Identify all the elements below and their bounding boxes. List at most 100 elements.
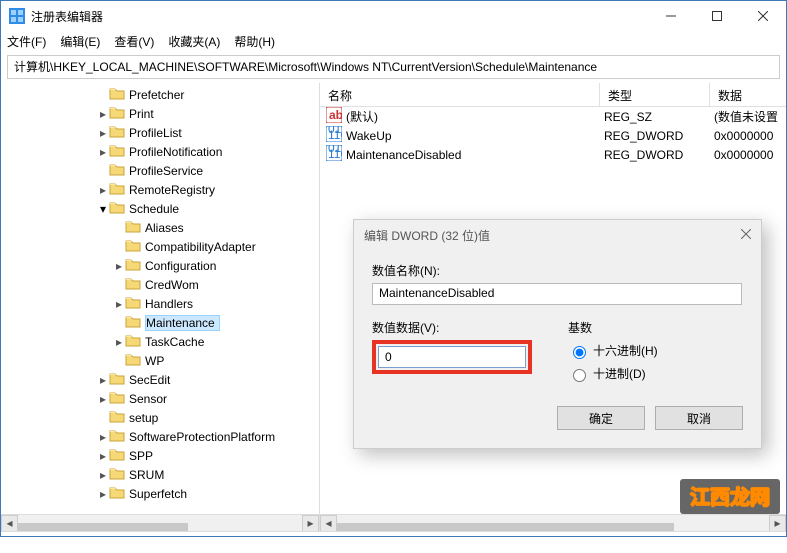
folder-icon <box>125 333 145 350</box>
col-name[interactable]: 名称 <box>320 83 600 106</box>
folder-icon <box>109 162 129 179</box>
tree-hscroll[interactable]: ◂ ▸ <box>1 514 319 531</box>
col-type[interactable]: 类型 <box>600 83 710 106</box>
chevron-right-icon[interactable]: ▸ <box>113 259 125 273</box>
scroll-left-icon[interactable]: ◂ <box>1 515 18 532</box>
tree-item-label: RemoteRegistry <box>129 183 215 197</box>
folder-icon <box>109 105 129 122</box>
chevron-right-icon[interactable]: ▸ <box>113 297 125 311</box>
folder-icon <box>125 295 145 312</box>
tree-item[interactable]: ▸SPP <box>1 446 319 465</box>
tree-item[interactable]: setup <box>1 408 319 427</box>
chevron-right-icon[interactable]: ▸ <box>97 107 109 121</box>
tree-item[interactable]: ▸Superfetch <box>1 484 319 503</box>
chevron-right-icon[interactable]: ▸ <box>97 183 109 197</box>
chevron-right-icon[interactable]: ▸ <box>97 392 109 406</box>
value-data: 0x0000000 <box>710 148 773 162</box>
folder-icon <box>109 466 129 483</box>
dialog-close-icon[interactable] <box>741 228 751 242</box>
tree-item-label: Maintenance <box>145 315 220 331</box>
col-data[interactable]: 数据 <box>710 83 786 106</box>
svg-text:ab: ab <box>329 108 342 122</box>
tree-item-label: CredWom <box>145 278 199 292</box>
value-name-field: MaintenanceDisabled <box>372 283 742 305</box>
tree-item[interactable]: ▸ RemoteRegistry <box>1 180 319 199</box>
value-name-label: 数值名称(N): <box>372 262 743 279</box>
list-header: 名称 类型 数据 <box>320 83 786 107</box>
list-row[interactable]: ab(默认)REG_SZ(数值未设置 <box>320 107 786 126</box>
tree-item[interactable]: ▸SRUM <box>1 465 319 484</box>
tree-item[interactable]: ▸Handlers <box>1 294 319 313</box>
tree-item-label: SoftwareProtectionPlatform <box>129 430 275 444</box>
value-name: MaintenanceDisabled <box>346 148 461 162</box>
menu-favorites[interactable]: 收藏夹(A) <box>168 33 220 50</box>
chevron-down-icon[interactable]: ▾ <box>97 202 109 216</box>
folder-icon <box>109 447 129 464</box>
close-button[interactable] <box>740 1 786 31</box>
value-type: REG_DWORD <box>600 129 710 143</box>
ok-button[interactable]: 确定 <box>557 406 645 430</box>
scroll-right-icon[interactable]: ▸ <box>769 515 786 532</box>
value-name: WakeUp <box>346 129 392 143</box>
chevron-right-icon[interactable]: ▸ <box>97 430 109 444</box>
minimize-button[interactable] <box>648 1 694 31</box>
address-bar[interactable]: 计算机\HKEY_LOCAL_MACHINE\SOFTWARE\Microsof… <box>7 55 780 79</box>
tree-item-label: ProfileNotification <box>129 145 222 159</box>
list-row[interactable]: 011110MaintenanceDisabledREG_DWORD0x0000… <box>320 145 786 164</box>
folder-icon <box>109 485 129 502</box>
value-icon: 011110 <box>326 145 342 164</box>
tree-item[interactable]: CredWom <box>1 275 319 294</box>
scroll-right-icon[interactable]: ▸ <box>302 515 319 532</box>
dialog-title: 编辑 DWORD (32 位)值 <box>364 227 490 244</box>
folder-icon <box>125 238 145 255</box>
tree-item[interactable]: ▾Schedule <box>1 199 319 218</box>
tree-item-label: Configuration <box>145 259 216 273</box>
list-hscroll[interactable]: ◂ ▸ <box>320 514 786 531</box>
tree-item[interactable]: ▸ProfileList <box>1 123 319 142</box>
scroll-left-icon[interactable]: ◂ <box>320 515 337 532</box>
chevron-right-icon[interactable]: ▸ <box>97 449 109 463</box>
tree-pane: Prefetcher▸Print▸ProfileList▸ProfileNoti… <box>1 83 320 531</box>
menubar: 文件(F) 编辑(E) 查看(V) 收藏夹(A) 帮助(H) <box>1 31 786 51</box>
folder-icon <box>125 276 145 293</box>
list-row[interactable]: 011110WakeUpREG_DWORD0x0000000 <box>320 126 786 145</box>
value-data: 0x0000000 <box>710 129 773 143</box>
chevron-right-icon[interactable]: ▸ <box>113 335 125 349</box>
chevron-right-icon[interactable]: ▸ <box>97 468 109 482</box>
tree-item-label: CompatibilityAdapter <box>145 240 256 254</box>
tree-item[interactable]: CompatibilityAdapter <box>1 237 319 256</box>
tree-item[interactable]: ▸ Sensor <box>1 389 319 408</box>
tree-item-label: Prefetcher <box>129 88 184 102</box>
maximize-button[interactable] <box>694 1 740 31</box>
menu-edit[interactable]: 编辑(E) <box>60 33 100 50</box>
menu-view[interactable]: 查看(V) <box>114 33 154 50</box>
tree-item[interactable]: ▸ SecEdit <box>1 370 319 389</box>
radio-dec[interactable] <box>573 369 586 382</box>
value-data-input[interactable] <box>378 346 526 368</box>
tree-item[interactable]: ▸ ProfileNotification <box>1 142 319 161</box>
radio-hex[interactable] <box>573 346 586 359</box>
tree-item[interactable]: Aliases <box>1 218 319 237</box>
tree-item[interactable]: ▸ Configuration <box>1 256 319 275</box>
chevron-right-icon[interactable]: ▸ <box>97 126 109 140</box>
tree-item[interactable]: ▸Print <box>1 104 319 123</box>
menu-file[interactable]: 文件(F) <box>7 33 46 50</box>
tree-item[interactable]: Prefetcher <box>1 85 319 104</box>
tree-item[interactable]: ▸ SoftwareProtectionPlatform <box>1 427 319 446</box>
folder-icon <box>125 352 145 369</box>
watermark: 江西龙网 <box>680 479 780 514</box>
base-label: 基数 <box>568 319 658 336</box>
chevron-right-icon[interactable]: ▸ <box>97 487 109 501</box>
tree-item[interactable]: ProfileService <box>1 161 319 180</box>
tree-item[interactable]: ▸TaskCache <box>1 332 319 351</box>
chevron-right-icon[interactable]: ▸ <box>97 145 109 159</box>
chevron-right-icon[interactable]: ▸ <box>97 373 109 387</box>
tree-item[interactable]: WP <box>1 351 319 370</box>
tree-item-label: SecEdit <box>129 373 170 387</box>
cancel-button[interactable]: 取消 <box>655 406 743 430</box>
menu-help[interactable]: 帮助(H) <box>234 33 275 50</box>
window-title: 注册表编辑器 <box>31 8 103 25</box>
tree-item-label: Sensor <box>129 392 167 406</box>
tree-item[interactable]: Maintenance <box>1 313 319 332</box>
regedit-icon <box>9 8 25 24</box>
